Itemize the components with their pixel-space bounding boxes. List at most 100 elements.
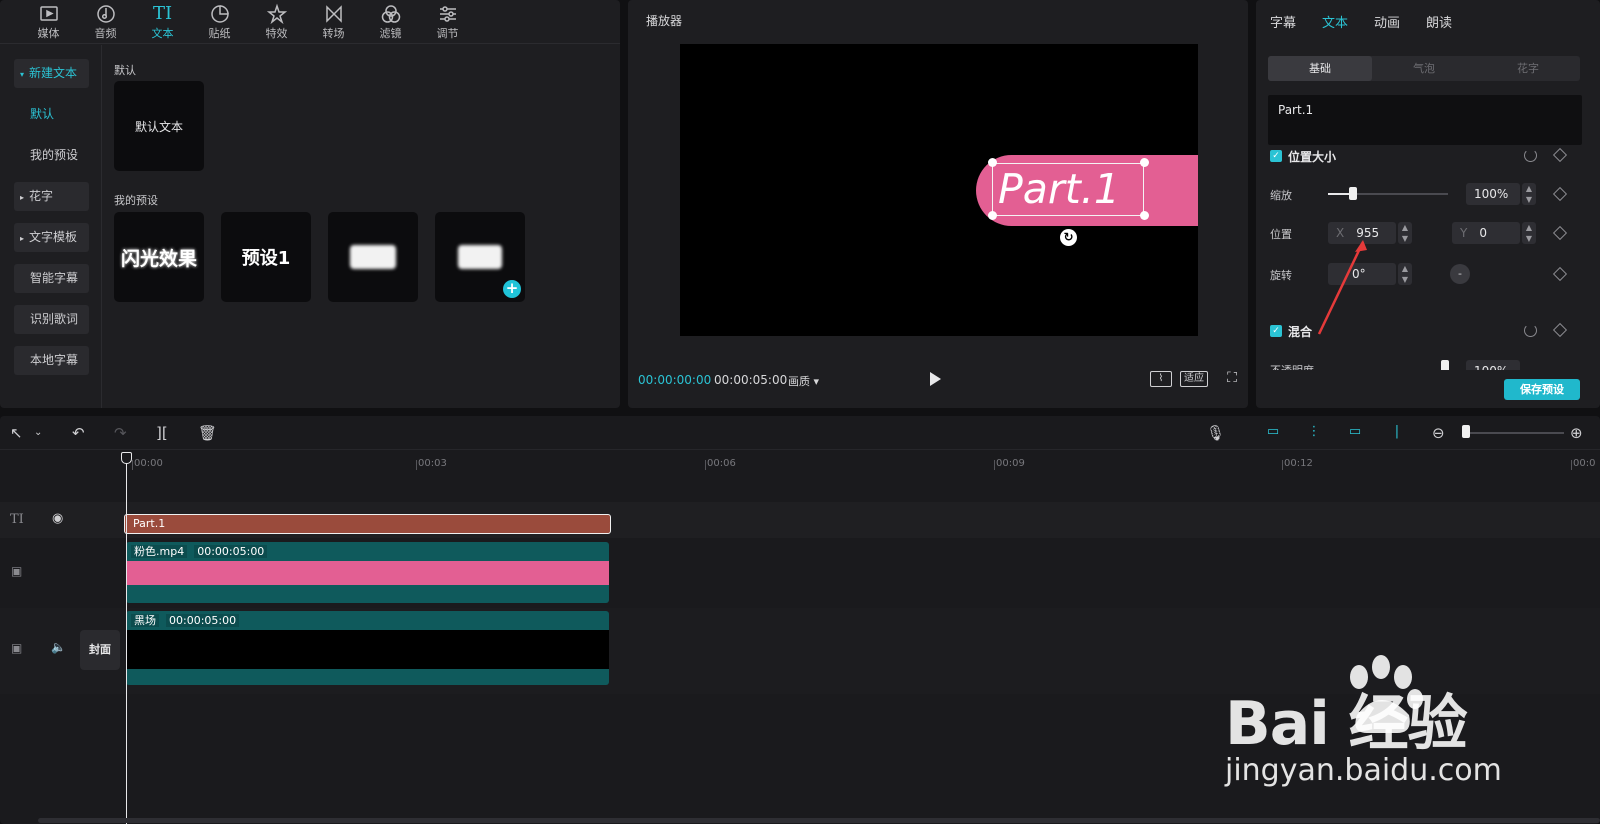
tab-label: 调节 bbox=[436, 27, 459, 40]
keyframe-icon[interactable] bbox=[1552, 266, 1568, 282]
tab-media[interactable]: 媒体 bbox=[20, 0, 77, 43]
eye-icon[interactable]: ◉ bbox=[52, 511, 63, 526]
scale-stepper[interactable]: ▲ ▼ bbox=[1522, 183, 1536, 205]
effects-icon bbox=[266, 3, 287, 25]
position-y-field[interactable]: Y0 bbox=[1452, 222, 1520, 244]
tick bbox=[1282, 460, 1283, 470]
tab-audio[interactable]: 音频 bbox=[77, 0, 134, 43]
side-item-auto-captions[interactable]: 智能字幕 bbox=[14, 264, 89, 293]
side-item-my-presets[interactable]: 我的预设 bbox=[14, 141, 89, 170]
video-clip-pink[interactable]: 粉色.mp4 00:00:05:00 bbox=[126, 542, 609, 603]
default-text-card[interactable]: 默认文本 bbox=[114, 81, 204, 171]
save-preset-button[interactable]: 保存预设 bbox=[1504, 379, 1580, 400]
play-icon[interactable] bbox=[930, 372, 941, 386]
reset-icon[interactable] bbox=[1524, 324, 1537, 337]
rotation-stepper[interactable]: ▲ ▼ bbox=[1398, 263, 1412, 285]
keyframe-icon[interactable] bbox=[1552, 322, 1568, 338]
clip-name: 黑场 bbox=[131, 614, 159, 627]
side-item-lyrics[interactable]: 识别歌词 bbox=[14, 305, 89, 334]
opacity-slider-knob[interactable] bbox=[1441, 360, 1449, 370]
selection-box[interactable] bbox=[992, 163, 1144, 216]
y-stepper[interactable]: ▲ ▼ bbox=[1522, 222, 1536, 244]
opacity-value-field[interactable]: 100% bbox=[1466, 360, 1520, 370]
playhead[interactable] bbox=[126, 458, 127, 824]
keyframe-icon[interactable] bbox=[1552, 186, 1568, 202]
zoom-slider-knob[interactable] bbox=[1462, 425, 1470, 438]
preview-axis-icon[interactable]: | bbox=[1386, 423, 1408, 441]
blend-checkbox[interactable]: ✓ bbox=[1270, 325, 1282, 337]
video-clip-black[interactable]: 黑场 00:00:05:00 bbox=[126, 611, 609, 685]
tab-transition[interactable]: 转场 bbox=[305, 0, 362, 43]
text-clip[interactable]: Part.1 bbox=[124, 514, 611, 534]
playhead-handle[interactable] bbox=[121, 452, 132, 464]
delete-icon[interactable]: 🗑 bbox=[198, 424, 217, 442]
position-label: 位置 bbox=[1270, 228, 1292, 241]
seg-basic[interactable]: 基础 bbox=[1268, 56, 1372, 81]
split-icon[interactable]: ][ bbox=[156, 424, 168, 442]
tab-read-aloud[interactable]: 朗读 bbox=[1426, 12, 1452, 31]
side-item-fancy-text[interactable]: ▸ 花字 bbox=[14, 182, 89, 211]
reset-icon[interactable] bbox=[1524, 149, 1537, 162]
fullscreen-icon[interactable]: ⛶ bbox=[1224, 371, 1240, 387]
preset-card-1[interactable]: 预设1 bbox=[221, 212, 311, 302]
side-item-label: 新建文本 bbox=[29, 66, 78, 80]
tick-label: 00:09 bbox=[996, 458, 1025, 469]
tab-subtitle[interactable]: 字幕 bbox=[1270, 12, 1296, 31]
add-preset-icon[interactable]: + bbox=[503, 280, 521, 298]
card-label: 闪光效果 bbox=[120, 247, 197, 270]
keyframe-icon[interactable] bbox=[1552, 147, 1568, 163]
tab-sticker[interactable]: 贴纸 bbox=[191, 0, 248, 43]
resize-handle-bl[interactable] bbox=[988, 211, 997, 220]
scale-value-field[interactable]: 100% bbox=[1466, 183, 1520, 205]
scale-slider-knob[interactable] bbox=[1349, 187, 1357, 200]
rotate-handle-icon[interactable]: ↻ bbox=[1060, 229, 1077, 246]
fit-button[interactable]: 适应 bbox=[1180, 371, 1208, 387]
video-track-icon: ▣ bbox=[11, 564, 23, 578]
tick-label: 00:03 bbox=[418, 458, 447, 469]
speaker-icon[interactable]: 🔈 bbox=[51, 640, 66, 654]
tab-animation[interactable]: 动画 bbox=[1374, 12, 1400, 31]
time-ruler[interactable]: 00:00 00:03 00:06 00:09 00:12 00:0 bbox=[0, 450, 1600, 478]
preset-card-flash[interactable]: 闪光效果 bbox=[114, 212, 204, 302]
undo-icon[interactable]: ↶ bbox=[72, 424, 85, 442]
position-size-checkbox[interactable]: ✓ bbox=[1270, 150, 1282, 162]
text-content-input[interactable]: Part.1 bbox=[1268, 95, 1582, 145]
tab-adjust[interactable]: 调节 bbox=[419, 0, 476, 43]
tick-label: 00:0 bbox=[1573, 458, 1596, 469]
zoom-out-icon[interactable]: ⊖ bbox=[1432, 424, 1445, 442]
redo-icon[interactable]: ↷ bbox=[114, 424, 127, 442]
rotation-dial-icon[interactable]: - bbox=[1450, 264, 1470, 284]
horizontal-scrollbar[interactable] bbox=[38, 818, 1600, 823]
tab-label: 文本 bbox=[151, 27, 174, 40]
tab-text[interactable]: TI 文本 bbox=[134, 0, 191, 43]
x-stepper[interactable]: ▲ ▼ bbox=[1398, 222, 1412, 244]
tab-effects[interactable]: 特效 bbox=[248, 0, 305, 43]
video-canvas[interactable]: Part.1 ↻ bbox=[680, 44, 1198, 336]
resize-handle-br[interactable] bbox=[1140, 211, 1149, 220]
zoom-in-icon[interactable]: ⊕ bbox=[1570, 424, 1583, 442]
tab-filter[interactable]: 滤镜 bbox=[362, 0, 419, 43]
tab-text-props[interactable]: 文本 bbox=[1322, 12, 1348, 31]
tick-label: 00:06 bbox=[707, 458, 736, 469]
quality-select[interactable]: 画质 ▾ bbox=[788, 373, 819, 389]
resize-handle-tr[interactable] bbox=[1140, 158, 1149, 167]
magnet-icon[interactable]: ▭ bbox=[1262, 423, 1284, 441]
auto-snap-icon[interactable]: ⋮ bbox=[1303, 423, 1325, 441]
chevron-down-icon[interactable]: ⌄ bbox=[34, 424, 42, 442]
side-item-local-captions[interactable]: 本地字幕 bbox=[14, 346, 89, 375]
select-cursor-icon[interactable]: ↖ bbox=[10, 424, 23, 442]
cover-button[interactable]: 封面 bbox=[80, 630, 120, 670]
preset-card-4[interactable]: + bbox=[435, 212, 525, 302]
linkage-icon[interactable]: ▭ bbox=[1344, 423, 1366, 441]
seg-fancy[interactable]: 花字 bbox=[1476, 56, 1580, 81]
keyframe-icon[interactable] bbox=[1552, 225, 1568, 241]
seg-bubble[interactable]: 气泡 bbox=[1372, 56, 1476, 81]
side-item-text-templates[interactable]: ▸ 文字模板 bbox=[14, 223, 89, 252]
side-item-new-text[interactable]: ▾ 新建文本 bbox=[14, 59, 89, 88]
microphone-icon[interactable]: 🎙 bbox=[1206, 424, 1225, 442]
zoom-slider-track[interactable] bbox=[1462, 432, 1564, 434]
side-item-default[interactable]: 默认 bbox=[14, 100, 89, 129]
preset-card-3[interactable] bbox=[328, 212, 418, 302]
waveform-icon[interactable]: ⌇ bbox=[1150, 371, 1172, 387]
resize-handle-tl[interactable] bbox=[988, 158, 997, 167]
